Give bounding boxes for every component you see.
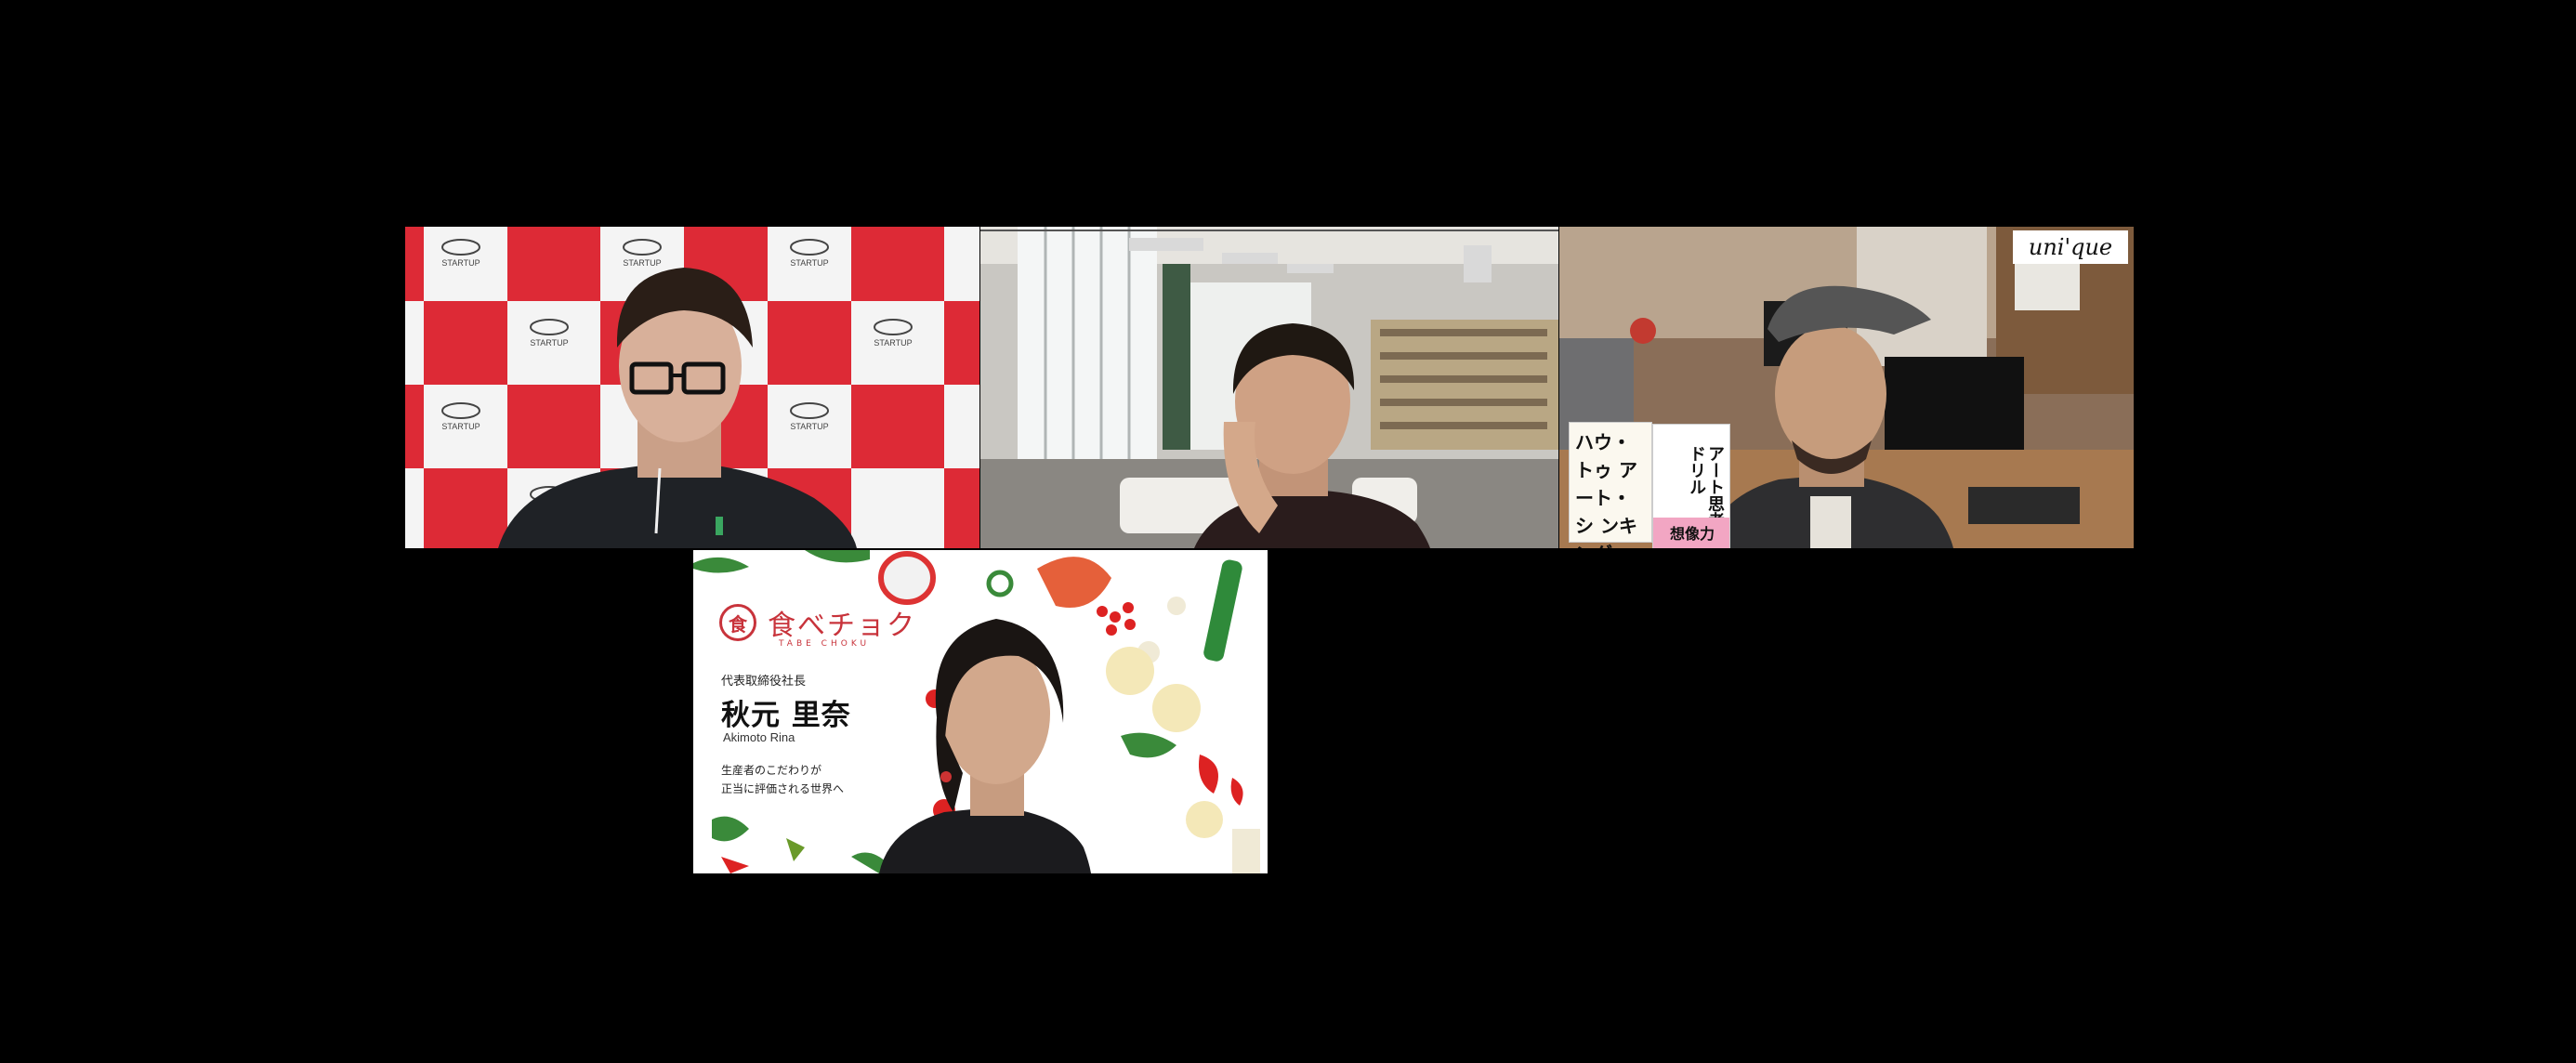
video-tile-participant-4[interactable]: 食 食べチョク TABE CHOKU 代表取締役社長 秋元 里奈 Akimoto… <box>693 550 1268 873</box>
svg-text:STARTUP: STARTUP <box>441 258 480 268</box>
tile1-video-frame: STARTUP STARTUP STARTUP STARTUP STARTUP STA… <box>405 227 979 548</box>
book-how-to-art-thinking: ハウ・トゥ アート・シ ンキング <box>1569 422 1652 548</box>
tile2-video-frame <box>980 227 1558 548</box>
video-tile-participant-1[interactable]: STARTUP STARTUP STARTUP STARTUP STARTUP STA… <box>405 227 979 548</box>
speaker-title: 代表取締役社長 <box>721 675 807 689</box>
tabechoku-logo-subtitle: TABE CHOKU <box>779 639 871 649</box>
svg-text:STARTUP: STARTUP <box>530 338 568 348</box>
book-art-thinking-drill: アート思考 ドリル 想像力 <box>1652 424 1730 548</box>
tabechoku-logo-text: 食べチョク <box>768 610 916 642</box>
speaker-name: 秋元 里奈 <box>721 699 851 732</box>
tabechoku-logo-mark: 食 <box>719 604 756 641</box>
svg-text:STARTUP: STARTUP <box>874 338 912 348</box>
book-band-text: 想像力 <box>1670 525 1715 543</box>
svg-text:STARTUP: STARTUP <box>441 422 480 431</box>
tagline-line-1: 生産者のこだわりが <box>721 764 822 777</box>
video-tile-participant-2[interactable] <box>980 227 1558 548</box>
unique-brand-sign: uni'que <box>2013 230 2128 264</box>
svg-text:STARTUP: STARTUP <box>623 258 661 268</box>
tagline-line-2: 正当に評価される世界へ <box>721 782 845 795</box>
svg-text:STARTUP: STARTUP <box>790 422 828 431</box>
svg-text:STARTUP: STARTUP <box>790 258 828 268</box>
book-title: ハウ・トゥ アート・シ ンキング <box>1575 431 1637 548</box>
speaker-name-roman: Akimoto Rina <box>723 730 795 744</box>
video-tile-participant-3[interactable]: uni'que ハウ・トゥ アート・シ ンキング アート思考 ドリル 想像力 <box>1559 227 2134 548</box>
tabechoku-logo: 食 食べチョク <box>719 602 916 643</box>
